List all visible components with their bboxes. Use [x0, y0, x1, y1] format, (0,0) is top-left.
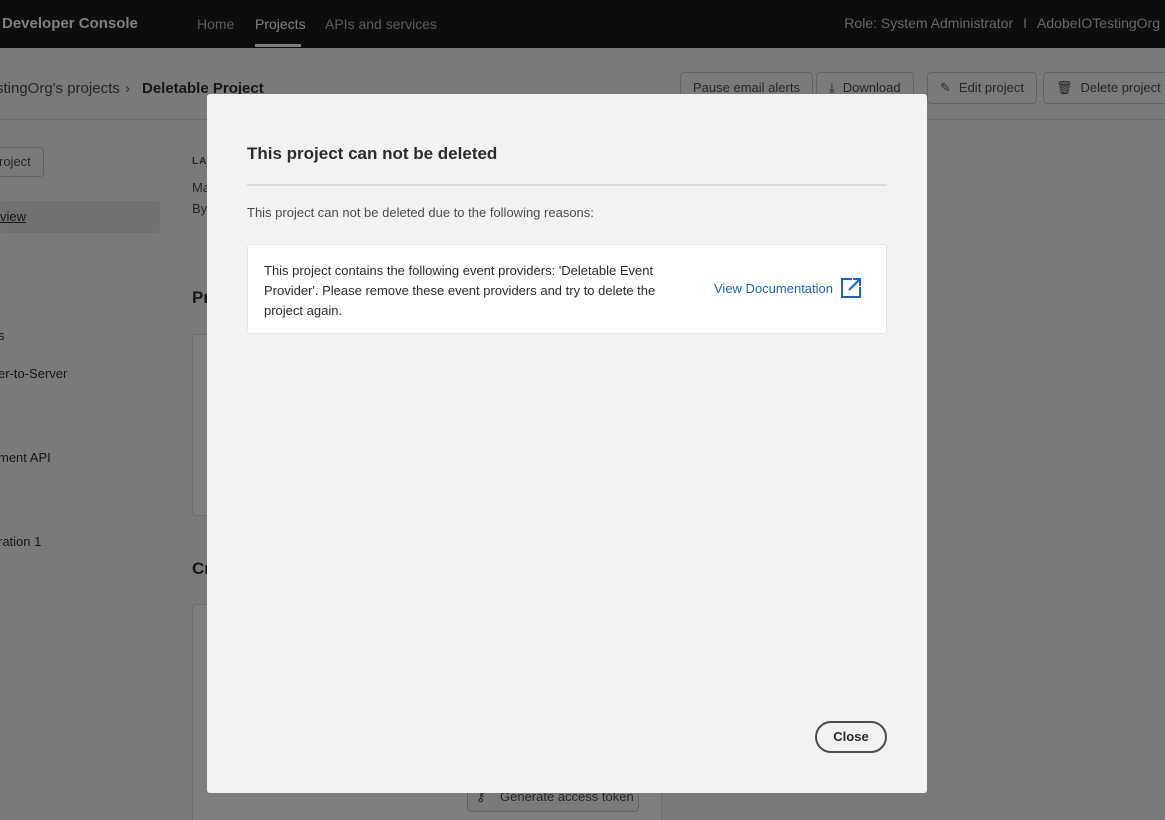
close-button[interactable]: Close: [815, 721, 887, 753]
dialog-divider: [247, 184, 887, 186]
dialog-title: This project can not be deleted: [247, 144, 498, 163]
reason-text: This project contains the following even…: [264, 263, 656, 318]
external-link-icon: [841, 278, 861, 298]
view-documentation-link[interactable]: View Documentation: [714, 276, 863, 300]
delete-blocked-dialog: This project can not be deleted This pro…: [207, 94, 927, 793]
view-documentation-label: View Documentation: [714, 280, 833, 296]
dialog-intro-text: This project can not be deleted due to t…: [247, 205, 594, 220]
reason-card: This project contains the following even…: [247, 244, 887, 334]
